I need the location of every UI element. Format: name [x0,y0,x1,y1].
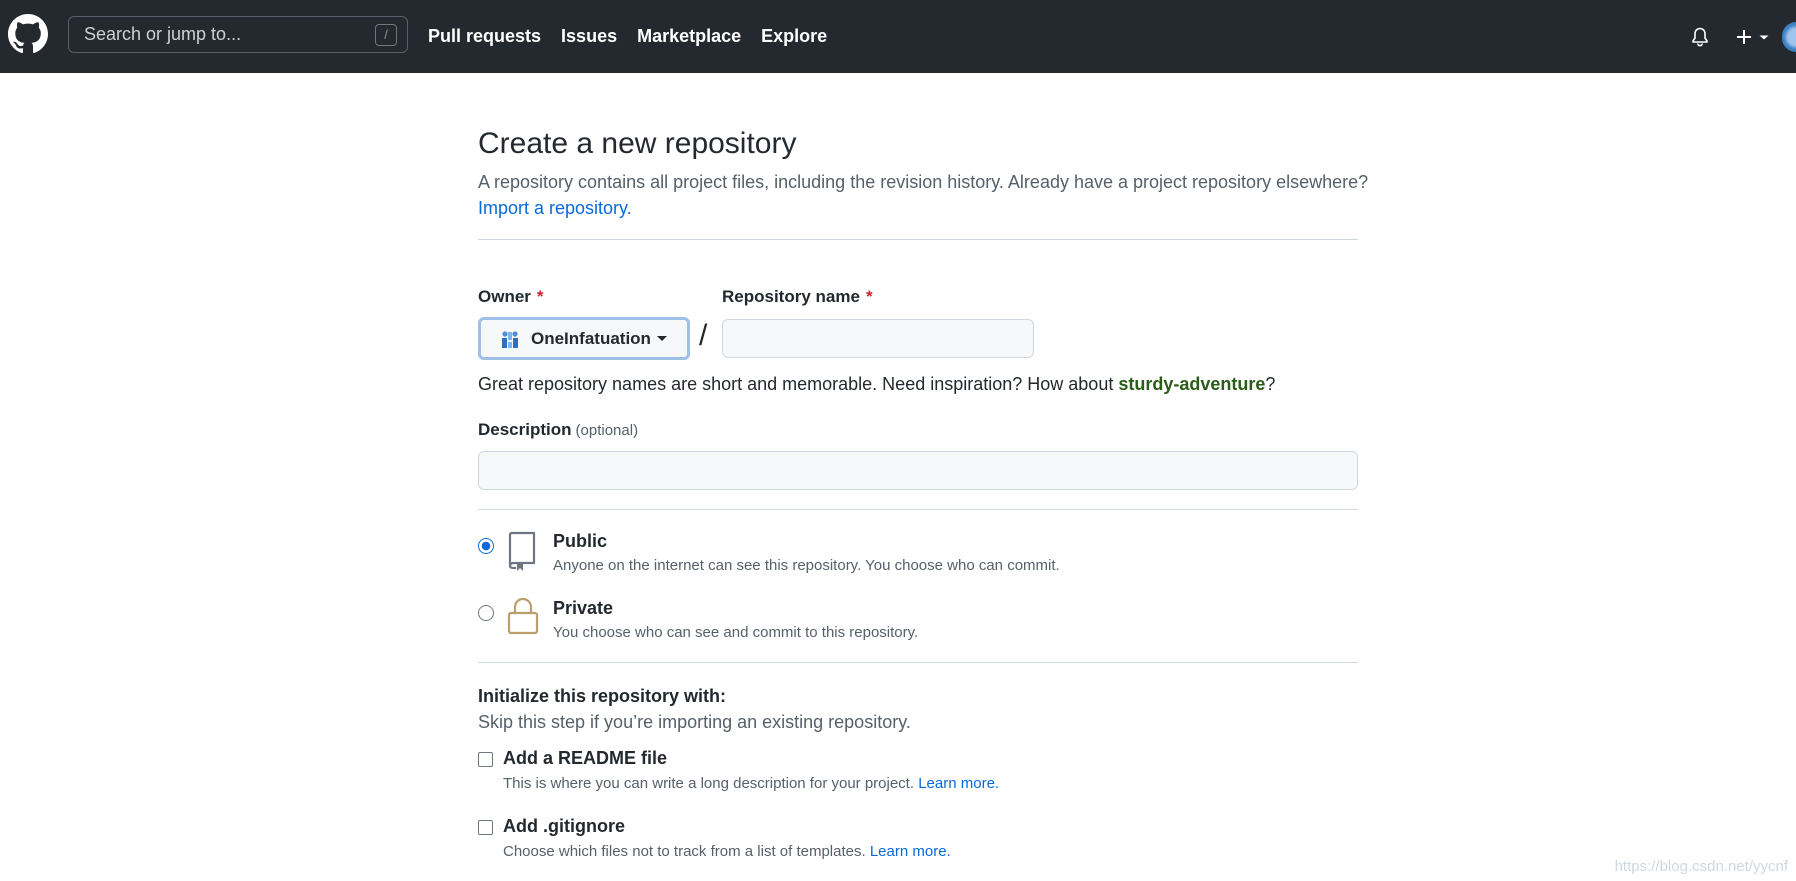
import-repository-link[interactable]: Import a repository. [478,198,632,218]
owner-select-button[interactable]: OneInfatuation [478,317,690,360]
gitignore-learn-more-link[interactable]: Learn more. [870,843,951,860]
github-logo-icon[interactable] [8,14,48,54]
owner-repo-separator: / [699,319,708,352]
repo-name-hint: Great repository names are short and mem… [478,374,1275,395]
gitignore-description: Choose which files not to track from a l… [503,843,951,860]
gitignore-checkbox[interactable] [478,820,493,835]
repo-name-label-text: Repository name [722,287,860,306]
header-actions [1691,0,1796,73]
search-shortcut-badge: / [375,24,397,46]
divider [478,239,1358,240]
readme-description-text: This is where you can write a long descr… [503,775,915,792]
repository-name-input[interactable] [722,319,1034,358]
divider [478,509,1358,510]
required-mark: * [536,287,544,306]
hint-text: Great repository names are short and mem… [478,374,1119,394]
nav-issues[interactable]: Issues [561,26,617,47]
subtitle-text: A repository contains all project files,… [478,172,1369,192]
hint-suffix: ? [1265,374,1276,394]
init-section-title: Initialize this repository with: [478,686,727,706]
bell-icon[interactable] [1691,27,1709,47]
nav-pull-requests[interactable]: Pull requests [428,26,541,47]
public-title: Public [553,531,608,551]
public-description: Anyone on the internet can see this repo… [553,557,1060,574]
init-section-subtitle: Skip this step if you’re importing an ex… [478,712,911,732]
gitignore-description-text: Choose which files not to track from a l… [503,843,866,860]
search-input[interactable]: Search or jump to... / [68,16,408,53]
required-mark: * [865,287,873,306]
gitignore-title: Add .gitignore [503,816,625,836]
readme-description: This is where you can write a long descr… [503,775,999,792]
owner-label-text: Owner [478,287,531,306]
page-title: Create a new repository [478,127,797,160]
lock-icon [507,597,539,635]
plus-icon [1737,29,1751,44]
description-input[interactable] [478,451,1358,490]
description-label: Description (optional) [478,420,638,440]
private-radio[interactable] [478,605,494,621]
readme-learn-more-link[interactable]: Learn more. [918,775,999,792]
top-header: Search or jump to... / Pull requests Iss… [0,0,1796,73]
chevron-down-icon [1759,35,1769,39]
owner-avatar-icon [499,327,521,350]
divider [478,662,1358,663]
readme-title: Add a README file [503,748,668,768]
public-radio[interactable] [478,538,494,554]
avatar[interactable] [1782,21,1796,52]
owner-label: Owner * [478,287,544,307]
search-placeholder: Search or jump to... [84,24,242,44]
nav-explore[interactable]: Explore [761,26,827,47]
name-suggestion[interactable]: sturdy-adventure [1118,374,1265,394]
nav-marketplace[interactable]: Marketplace [637,26,741,47]
description-label-text: Description [478,420,572,439]
repo-name-label: Repository name * [722,287,873,307]
watermark: https://blog.csdn.net/yycnf [1614,858,1788,875]
page-subtitle: A repository contains all project files,… [478,169,1368,221]
main-nav: Pull requests Issues Marketplace Explore [428,0,847,73]
optional-tag: (optional) [575,422,639,439]
chevron-down-icon [656,336,667,341]
repo-book-icon [508,531,536,571]
owner-name: OneInfatuation [531,328,651,348]
create-new-button[interactable] [1735,28,1770,46]
private-description: You choose who can see and commit to thi… [553,624,919,641]
private-title: Private [553,598,614,618]
readme-checkbox[interactable] [478,752,493,767]
